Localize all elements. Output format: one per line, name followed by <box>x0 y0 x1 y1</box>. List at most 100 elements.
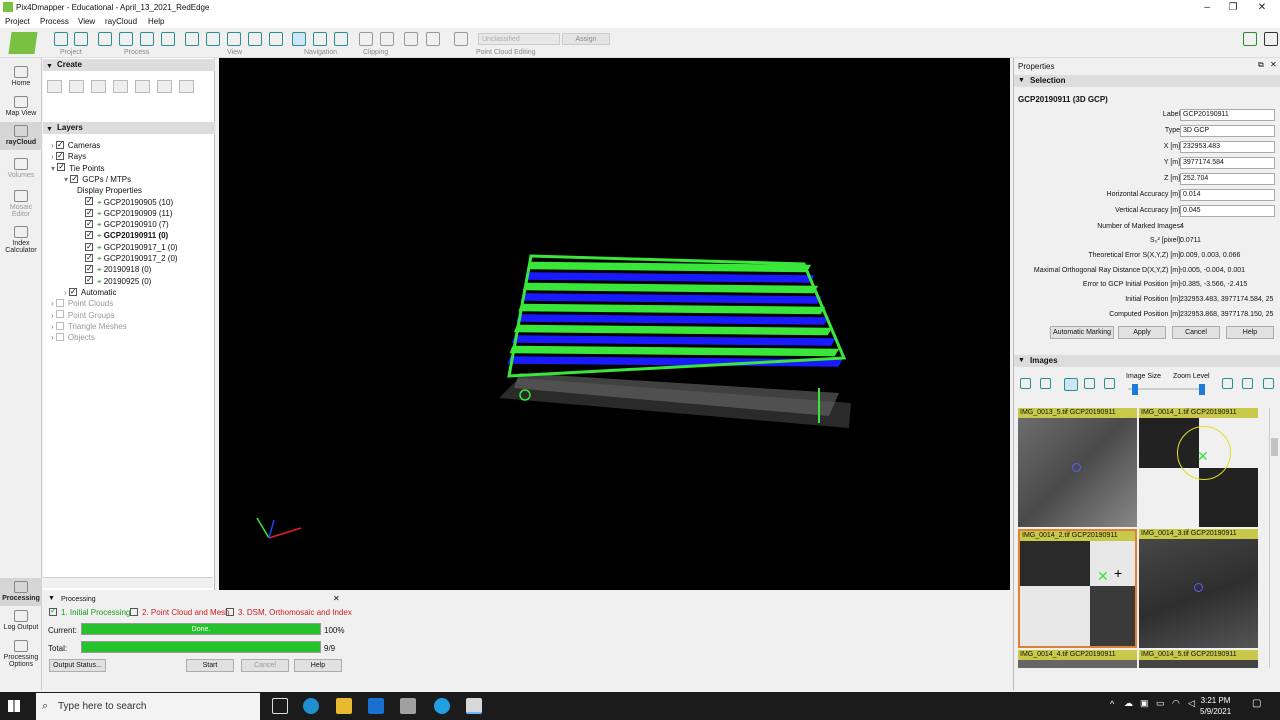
checkbox-icon[interactable] <box>55 310 64 319</box>
assign-button[interactable]: Assign <box>562 33 610 45</box>
create-mesh-icon[interactable] <box>113 80 128 93</box>
selection-rect-icon[interactable] <box>426 32 440 46</box>
layers-header[interactable]: ▼ Layers <box>43 122 215 134</box>
zoom-in-icon[interactable] <box>1222 378 1233 389</box>
create-grid-icon[interactable] <box>179 80 194 93</box>
image-thumb[interactable]: IMG_0014_5.tif GCP20190911 <box>1139 650 1258 668</box>
layer-item[interactable]: › Point Groups <box>51 310 115 321</box>
process-refresh-icon[interactable] <box>161 32 175 46</box>
checkbox-icon[interactable] <box>55 332 64 341</box>
process-step3-icon[interactable] <box>140 32 154 46</box>
checkbox-icon[interactable] <box>55 299 64 308</box>
checkbox-icon[interactable] <box>85 195 93 206</box>
layer-item[interactable]: › Automatic <box>64 286 116 298</box>
create-measure-icon[interactable] <box>157 80 172 93</box>
checkbox-icon[interactable] <box>85 274 93 285</box>
zoom-in-icon[interactable] <box>185 32 199 46</box>
navigation-trackball-icon[interactable] <box>292 32 306 46</box>
property-input[interactable]: GCP20190911 <box>1180 109 1275 121</box>
view-axis-icon[interactable] <box>269 32 283 46</box>
property-input[interactable]: 3D GCP <box>1180 125 1275 137</box>
windows-start-icon[interactable] <box>8 700 20 712</box>
create-video-icon[interactable] <box>135 80 150 93</box>
notification-icon[interactable]: ▢ <box>1252 698 1261 709</box>
help-button[interactable]: Help <box>1226 326 1274 339</box>
zoom-out-icon[interactable] <box>206 32 220 46</box>
taskbar-search[interactable]: ⌕ Type here to search <box>36 693 260 720</box>
nav-index-calculator[interactable]: Index Calculator <box>0 226 42 254</box>
tray-chevron-icon[interactable]: ^ <box>1110 699 1114 709</box>
checkbox-icon[interactable] <box>85 241 93 252</box>
navigation-first-person-icon[interactable] <box>313 32 327 46</box>
help-button[interactable]: Help <box>294 659 342 672</box>
nav-mosaic-editor[interactable]: Mosaic Editor <box>0 190 42 218</box>
volume-icon[interactable]: ◁ <box>1188 698 1195 709</box>
clipping-cube-icon[interactable] <box>380 32 394 46</box>
menu-view[interactable]: View <box>78 17 95 26</box>
step3-checkbox[interactable]: 3. DSM, Orthomosaic and Index <box>226 607 352 617</box>
image-size-slider[interactable] <box>1128 388 1204 390</box>
nav-home[interactable]: Home <box>0 66 42 87</box>
image-thumb[interactable]: IMG_0014_4.tif GCP20190911 <box>1018 650 1137 668</box>
property-input[interactable]: 252.704 <box>1180 173 1275 185</box>
create-header[interactable]: ▼ Create <box>43 59 215 71</box>
selection-header[interactable]: ▼ Selection <box>1014 75 1280 87</box>
menu-process[interactable]: Process <box>40 17 69 26</box>
fit-icon[interactable] <box>1263 378 1274 389</box>
horizontal-scrollbar[interactable] <box>43 577 213 588</box>
class-color-icon[interactable] <box>454 32 468 46</box>
image-thumb[interactable]: IMG_0014_1.tif GCP20190911 ✕ <box>1139 408 1258 527</box>
create-surface-icon[interactable] <box>69 80 84 93</box>
property-input[interactable]: 232953.483 <box>1180 141 1275 153</box>
property-input[interactable]: 0.014 <box>1180 189 1275 201</box>
vertical-scrollbar[interactable] <box>1269 408 1279 668</box>
collapse-icon[interactable]: ▼ <box>48 595 55 602</box>
close-icon[interactable]: ✕ <box>1250 1 1274 14</box>
edit-pen-icon[interactable] <box>404 32 418 46</box>
checkbox-icon[interactable] <box>68 286 77 297</box>
nav-raycloud[interactable]: rayCloud <box>0 122 42 150</box>
nav-log-output[interactable]: Log Output <box>0 610 42 631</box>
checkbox-icon[interactable] <box>85 229 93 240</box>
start-button[interactable]: Start <box>186 659 234 672</box>
navigation-back-icon[interactable] <box>334 32 348 46</box>
file-explorer-icon[interactable] <box>336 698 352 714</box>
network-icon[interactable]: ◠ <box>1172 698 1180 709</box>
user-icon[interactable] <box>1243 32 1257 46</box>
project-icon[interactable] <box>54 32 68 46</box>
layer-item[interactable]: › Triangle Meshes <box>51 321 127 332</box>
unlink-icon[interactable] <box>1040 378 1051 389</box>
teamviewer-icon[interactable] <box>434 698 450 714</box>
property-input[interactable]: 0.045 <box>1180 205 1275 217</box>
image-size-slider-handle[interactable] <box>1132 384 1138 395</box>
step1-checkbox[interactable]: 1. Initial Processing <box>49 606 130 617</box>
process-step2-icon[interactable] <box>119 32 133 46</box>
layer-item[interactable]: ⌖ 20190925 (0) <box>77 274 151 287</box>
target-icon[interactable] <box>74 32 88 46</box>
cancel-button[interactable]: Cancel <box>1172 326 1220 339</box>
scrollbar-thumb[interactable] <box>1271 438 1278 456</box>
nav-volumes[interactable]: Volumes <box>0 158 42 179</box>
cloud-icon[interactable]: ☁ <box>1124 698 1133 709</box>
apply-button[interactable]: Apply <box>1118 326 1166 339</box>
images-header[interactable]: ▼ Images <box>1014 355 1280 367</box>
checkbox-icon[interactable] <box>70 173 79 184</box>
sort-order-icon[interactable] <box>1104 378 1115 389</box>
nav-map-view[interactable]: Map View <box>0 96 42 117</box>
checkbox-icon[interactable] <box>85 207 93 218</box>
image-thumb-selected[interactable]: IMG_0014_2.tif GCP20190911 ✕ + <box>1018 529 1137 648</box>
automatic-marking-button[interactable]: Automatic Marking <box>1050 326 1114 339</box>
app-icon[interactable] <box>400 698 416 714</box>
close-icon[interactable]: ✕ <box>1270 60 1277 69</box>
point-cloud-view[interactable] <box>219 58 1010 590</box>
checkbox-icon[interactable] <box>55 150 64 161</box>
property-input[interactable]: 3977174.584 <box>1180 157 1275 169</box>
checkbox-icon[interactable] <box>57 161 66 172</box>
cancel-button[interactable]: Cancel <box>241 659 289 672</box>
layer-item[interactable]: ▾ GCPs / MTPs <box>64 173 131 185</box>
image-thumb[interactable]: IMG_0013_5.tif GCP20190911 <box>1018 408 1137 527</box>
menu-help[interactable]: Help <box>148 17 164 26</box>
layer-item[interactable]: › Objects <box>51 332 95 343</box>
menu-project[interactable]: Project <box>5 17 30 26</box>
tray-app-icon[interactable]: ▣ <box>1140 698 1149 709</box>
